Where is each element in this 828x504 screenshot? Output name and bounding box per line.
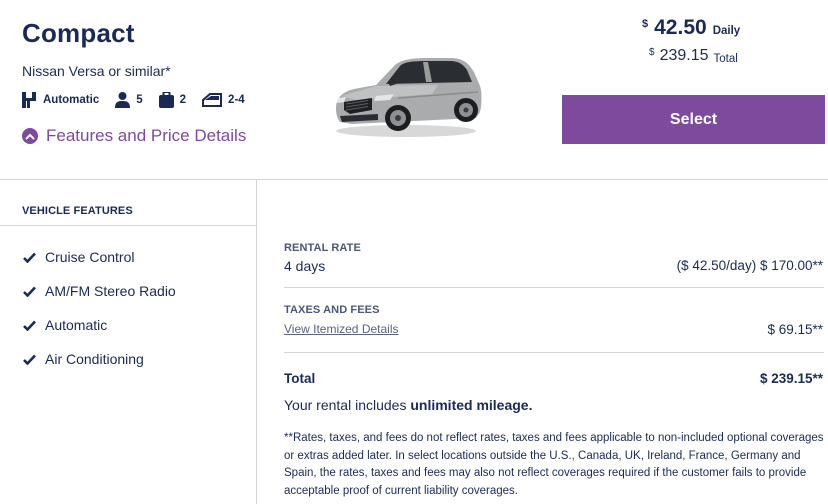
passengers-count: 5 <box>136 94 143 106</box>
car-door-icon <box>202 93 223 107</box>
person-icon <box>115 92 131 108</box>
price-divider <box>284 287 824 288</box>
mileage-prefix: Your rental includes <box>284 397 411 413</box>
disclaimer-text: **Rates, taxes, and fees do not reflect … <box>284 432 824 497</box>
features-toggle-label: Features and Price Details <box>46 126 247 145</box>
vehicle-features-title: VEHICLE FEATURES <box>22 205 133 217</box>
taxes-fees-label: TAXES AND FEES <box>284 304 380 316</box>
rental-duration: 4 days <box>284 258 326 274</box>
feature-label: Air Conditioning <box>45 351 144 367</box>
vehicle-image <box>336 58 482 137</box>
vehicle-features-divider <box>0 225 256 226</box>
feature-label: Automatic <box>45 317 108 333</box>
mileage-note: Your rental includes unlimited mileage. <box>284 397 532 413</box>
total-amount: 239.15 <box>659 47 709 64</box>
daily-label: Daily <box>712 25 741 37</box>
check-icon <box>23 354 36 365</box>
features-price-toggle[interactable]: Features and Price Details <box>22 126 246 146</box>
feature-label: AM/FM Stereo Radio <box>45 283 176 299</box>
total-amount-row: $ 239.15** <box>759 371 823 386</box>
vehicle-features-list: Cruise Control AM/FM Stereo Radio Automa… <box>22 240 176 376</box>
doors-spec: 2-4 <box>202 93 245 107</box>
vehicle-class-title: Compact <box>22 18 135 48</box>
list-item: Automatic <box>22 308 176 342</box>
passengers-spec: 5 <box>115 92 143 108</box>
total-label-row: Total <box>284 371 316 386</box>
total-label: Total <box>713 53 738 65</box>
doors-count: 2-4 <box>228 94 245 106</box>
check-icon <box>23 320 36 331</box>
total-currency: $ <box>649 47 655 58</box>
daily-amount: 42.50 <box>654 16 707 39</box>
daily-currency: $ <box>642 18 649 30</box>
feature-label: Cruise Control <box>45 249 135 265</box>
section-divider <box>0 179 828 180</box>
vehicle-model: Nissan Versa or similar* <box>22 63 171 79</box>
view-itemized-details-link[interactable]: View Itemized Details <box>284 322 399 336</box>
list-item: Cruise Control <box>22 240 176 274</box>
select-button[interactable]: Select <box>562 95 825 144</box>
gear-shift-icon <box>22 92 36 108</box>
price-divider <box>284 352 824 353</box>
daily-price: $ 42.50 Daily <box>642 16 740 40</box>
luggage-icon <box>158 92 174 108</box>
bags-count: 2 <box>179 94 187 106</box>
column-divider <box>256 180 257 504</box>
transmission-label: Automatic <box>43 94 100 106</box>
taxes-fees-amount: $ 69.15** <box>767 322 823 337</box>
mileage-bold: unlimited mileage. <box>410 397 533 413</box>
check-icon <box>23 286 36 297</box>
list-item: Air Conditioning <box>22 342 176 376</box>
vehicle-specs: Automatic 5 2 2-4 <box>22 90 261 110</box>
check-icon <box>23 252 36 263</box>
transmission-spec: Automatic <box>22 92 99 108</box>
chevron-up-icon <box>22 128 38 144</box>
bags-spec: 2 <box>158 92 187 108</box>
total-price: $ 239.15 Total <box>649 47 738 65</box>
list-item: AM/FM Stereo Radio <box>22 274 176 308</box>
rental-rate-label: RENTAL RATE <box>284 242 361 254</box>
rental-rate-amount: ($ 42.50/day) $ 170.00** <box>676 258 823 273</box>
